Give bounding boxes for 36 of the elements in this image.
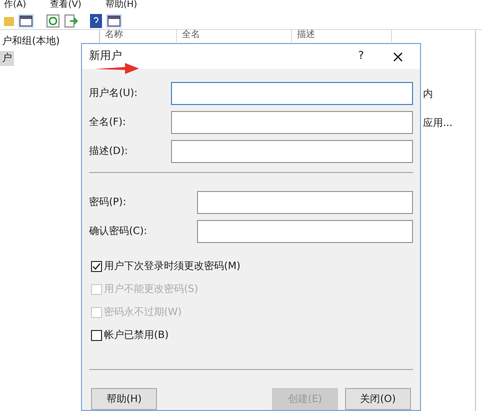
dialog-title: 新用户: [89, 48, 123, 64]
checkbox-label: 密码永不过期(W): [104, 306, 182, 320]
help-button[interactable]: ?: [351, 48, 371, 65]
refresh-icon[interactable]: [46, 14, 60, 28]
input-field[interactable]: [197, 191, 413, 214]
field-label: 确认密码(C):: [89, 224, 148, 239]
column-header[interactable]: 名称: [105, 29, 123, 43]
table-cell-text: 内: [423, 88, 434, 102]
input-field[interactable]: [171, 82, 413, 105]
checkbox-label: 用户不能更改密码(S): [104, 282, 198, 297]
help-icon[interactable]: [90, 14, 102, 28]
window-icon[interactable]: [106, 14, 122, 28]
field-label: 全名(F):: [89, 116, 127, 130]
menu-item[interactable]: 作(A): [4, 0, 26, 13]
input-field[interactable]: [171, 140, 413, 163]
window-icon[interactable]: [18, 14, 34, 28]
menu-item[interactable]: 查看(V): [50, 0, 82, 13]
dialog-button[interactable]: 帮助(H): [91, 388, 157, 410]
menu-item[interactable]: 帮助(H): [105, 0, 138, 13]
checkbox-label: 帐户已禁用(B): [104, 328, 169, 343]
column-header[interactable]: 全名: [182, 29, 200, 43]
tree-item[interactable]: 户和组(本地): [0, 34, 62, 49]
dialog-button[interactable]: 关闭(O): [345, 388, 411, 410]
checkbox[interactable]: [91, 261, 102, 272]
field-label: 描述(D):: [89, 144, 129, 159]
field-label: 密码(P):: [89, 196, 128, 210]
field-label: 用户名(U):: [89, 86, 138, 101]
checkbox[interactable]: [91, 330, 102, 341]
close-button[interactable]: ×: [383, 44, 413, 68]
checkbox-label: 用户下次登录时须更改密码(M): [104, 260, 240, 274]
input-field[interactable]: [171, 111, 413, 134]
export-icon[interactable]: [64, 14, 78, 28]
table-cell-text: 应用...: [423, 116, 453, 131]
input-field[interactable]: [197, 220, 413, 243]
column-header[interactable]: 描述: [297, 29, 315, 43]
tree-item[interactable]: 户: [0, 51, 14, 66]
